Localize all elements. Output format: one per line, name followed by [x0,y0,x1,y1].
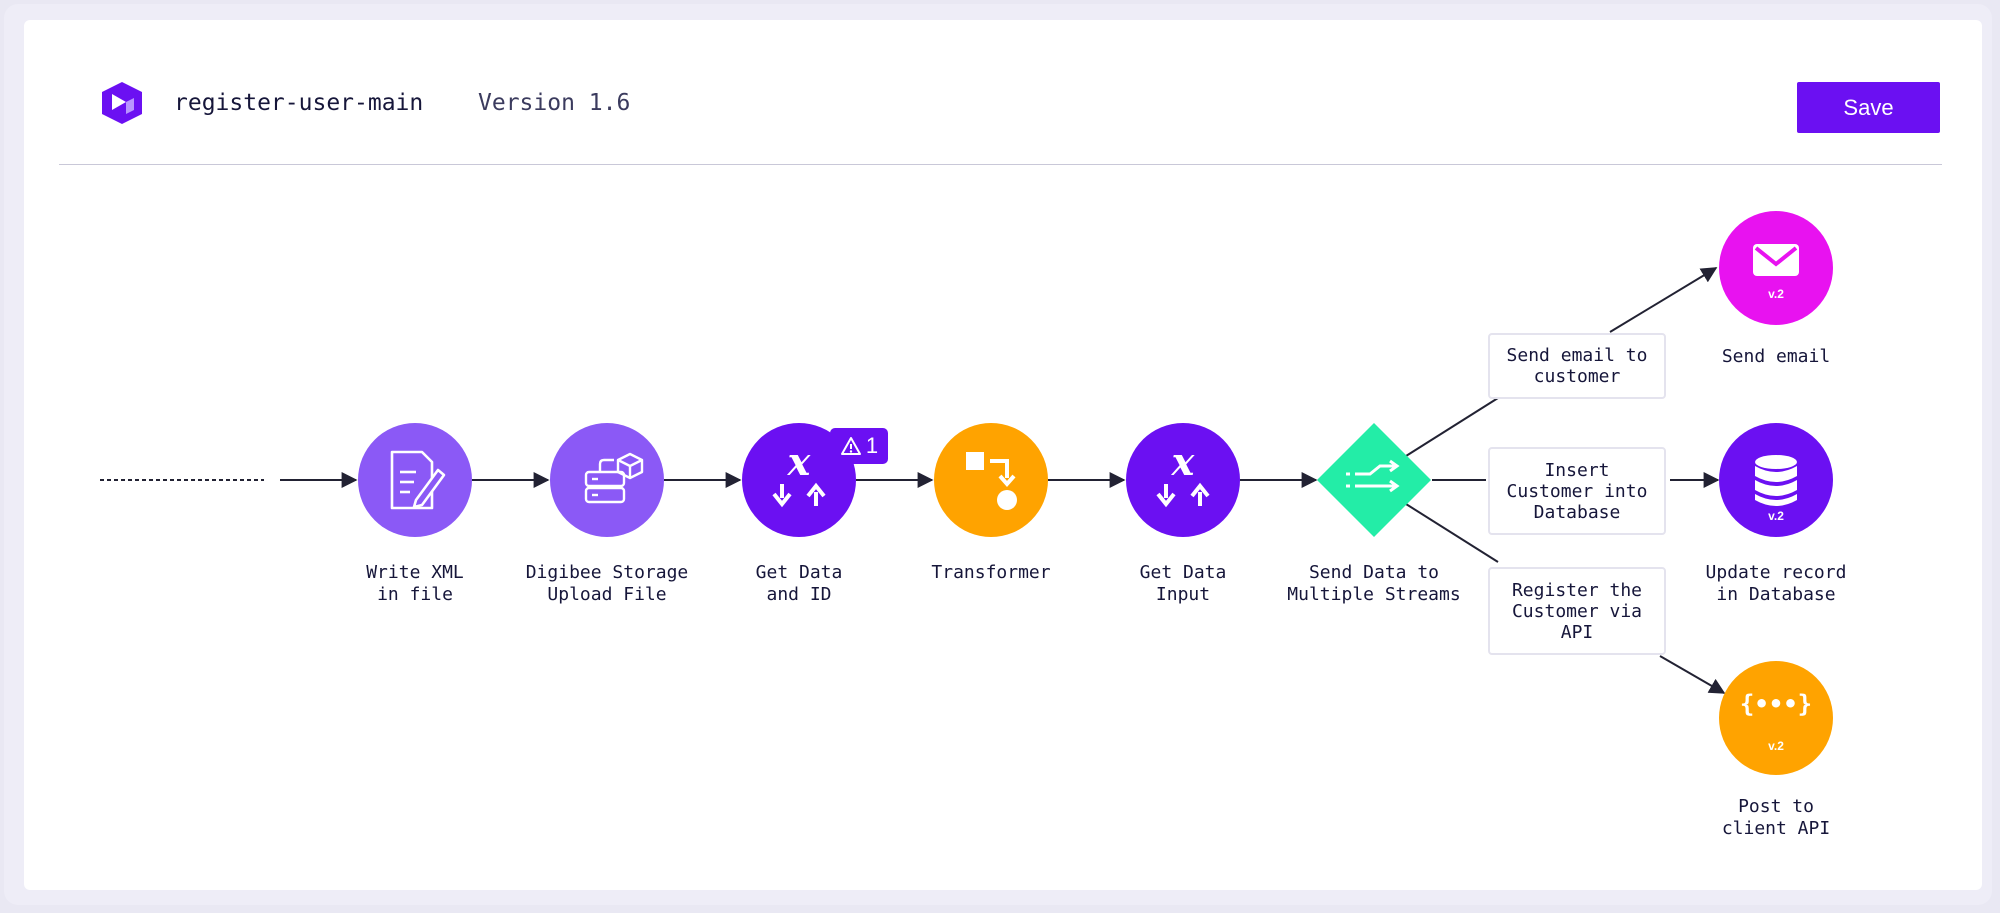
target-update-database[interactable]: v.2 [1719,423,1833,537]
pipeline-diagram: x x v.2 v.2 {•••} v.2 [100,211,1833,775]
target-label: Update record in Database [1705,562,1847,605]
warning-badge[interactable]: 1 [830,428,888,464]
flow-canvas-panel: register-user-main Version 1.6 Save x x … [24,20,1982,890]
step-label: Digibee Storage Upload File [525,562,689,605]
step-send-multiple-streams[interactable] [1317,423,1431,537]
svg-text:{•••}: {•••} [1740,690,1812,718]
step-storage-upload[interactable] [550,423,664,537]
version-tag: v.2 [1768,287,1784,301]
branch-send-email[interactable]: Send email to customer [1488,333,1666,399]
api-icon: {•••} [1740,690,1812,718]
mail-icon [1753,244,1799,276]
version-tag: v.2 [1768,509,1784,523]
step-label: Get Data Input [1139,562,1227,605]
svg-text:x: x [1171,439,1196,484]
target-label: Post to client API [1721,796,1831,839]
app-frame: register-user-main Version 1.6 Save x x … [4,4,1992,905]
warning-count: 1 [865,433,879,458]
step-label: Transformer [931,562,1051,583]
step-write-xml[interactable] [358,423,472,537]
version-tag: v.2 [1768,739,1784,753]
step-label: Get Data and ID [755,562,843,605]
step-label: Send Data to Multiple Streams [1287,562,1461,605]
target-post-client-api[interactable]: {•••} v.2 [1719,661,1833,775]
svg-text:x: x [787,439,812,484]
step-transformer[interactable] [934,423,1048,537]
target-label: Send email [1721,346,1831,367]
step-label: Write XML in file [366,562,464,605]
target-send-email[interactable]: v.2 [1719,211,1833,325]
step-get-data-input[interactable]: x [1126,423,1240,537]
branch-register-customer[interactable]: Register the Customer via API [1488,567,1666,655]
branch-insert-customer[interactable]: Insert Customer into Database [1488,447,1666,535]
warning-icon [840,437,861,455]
